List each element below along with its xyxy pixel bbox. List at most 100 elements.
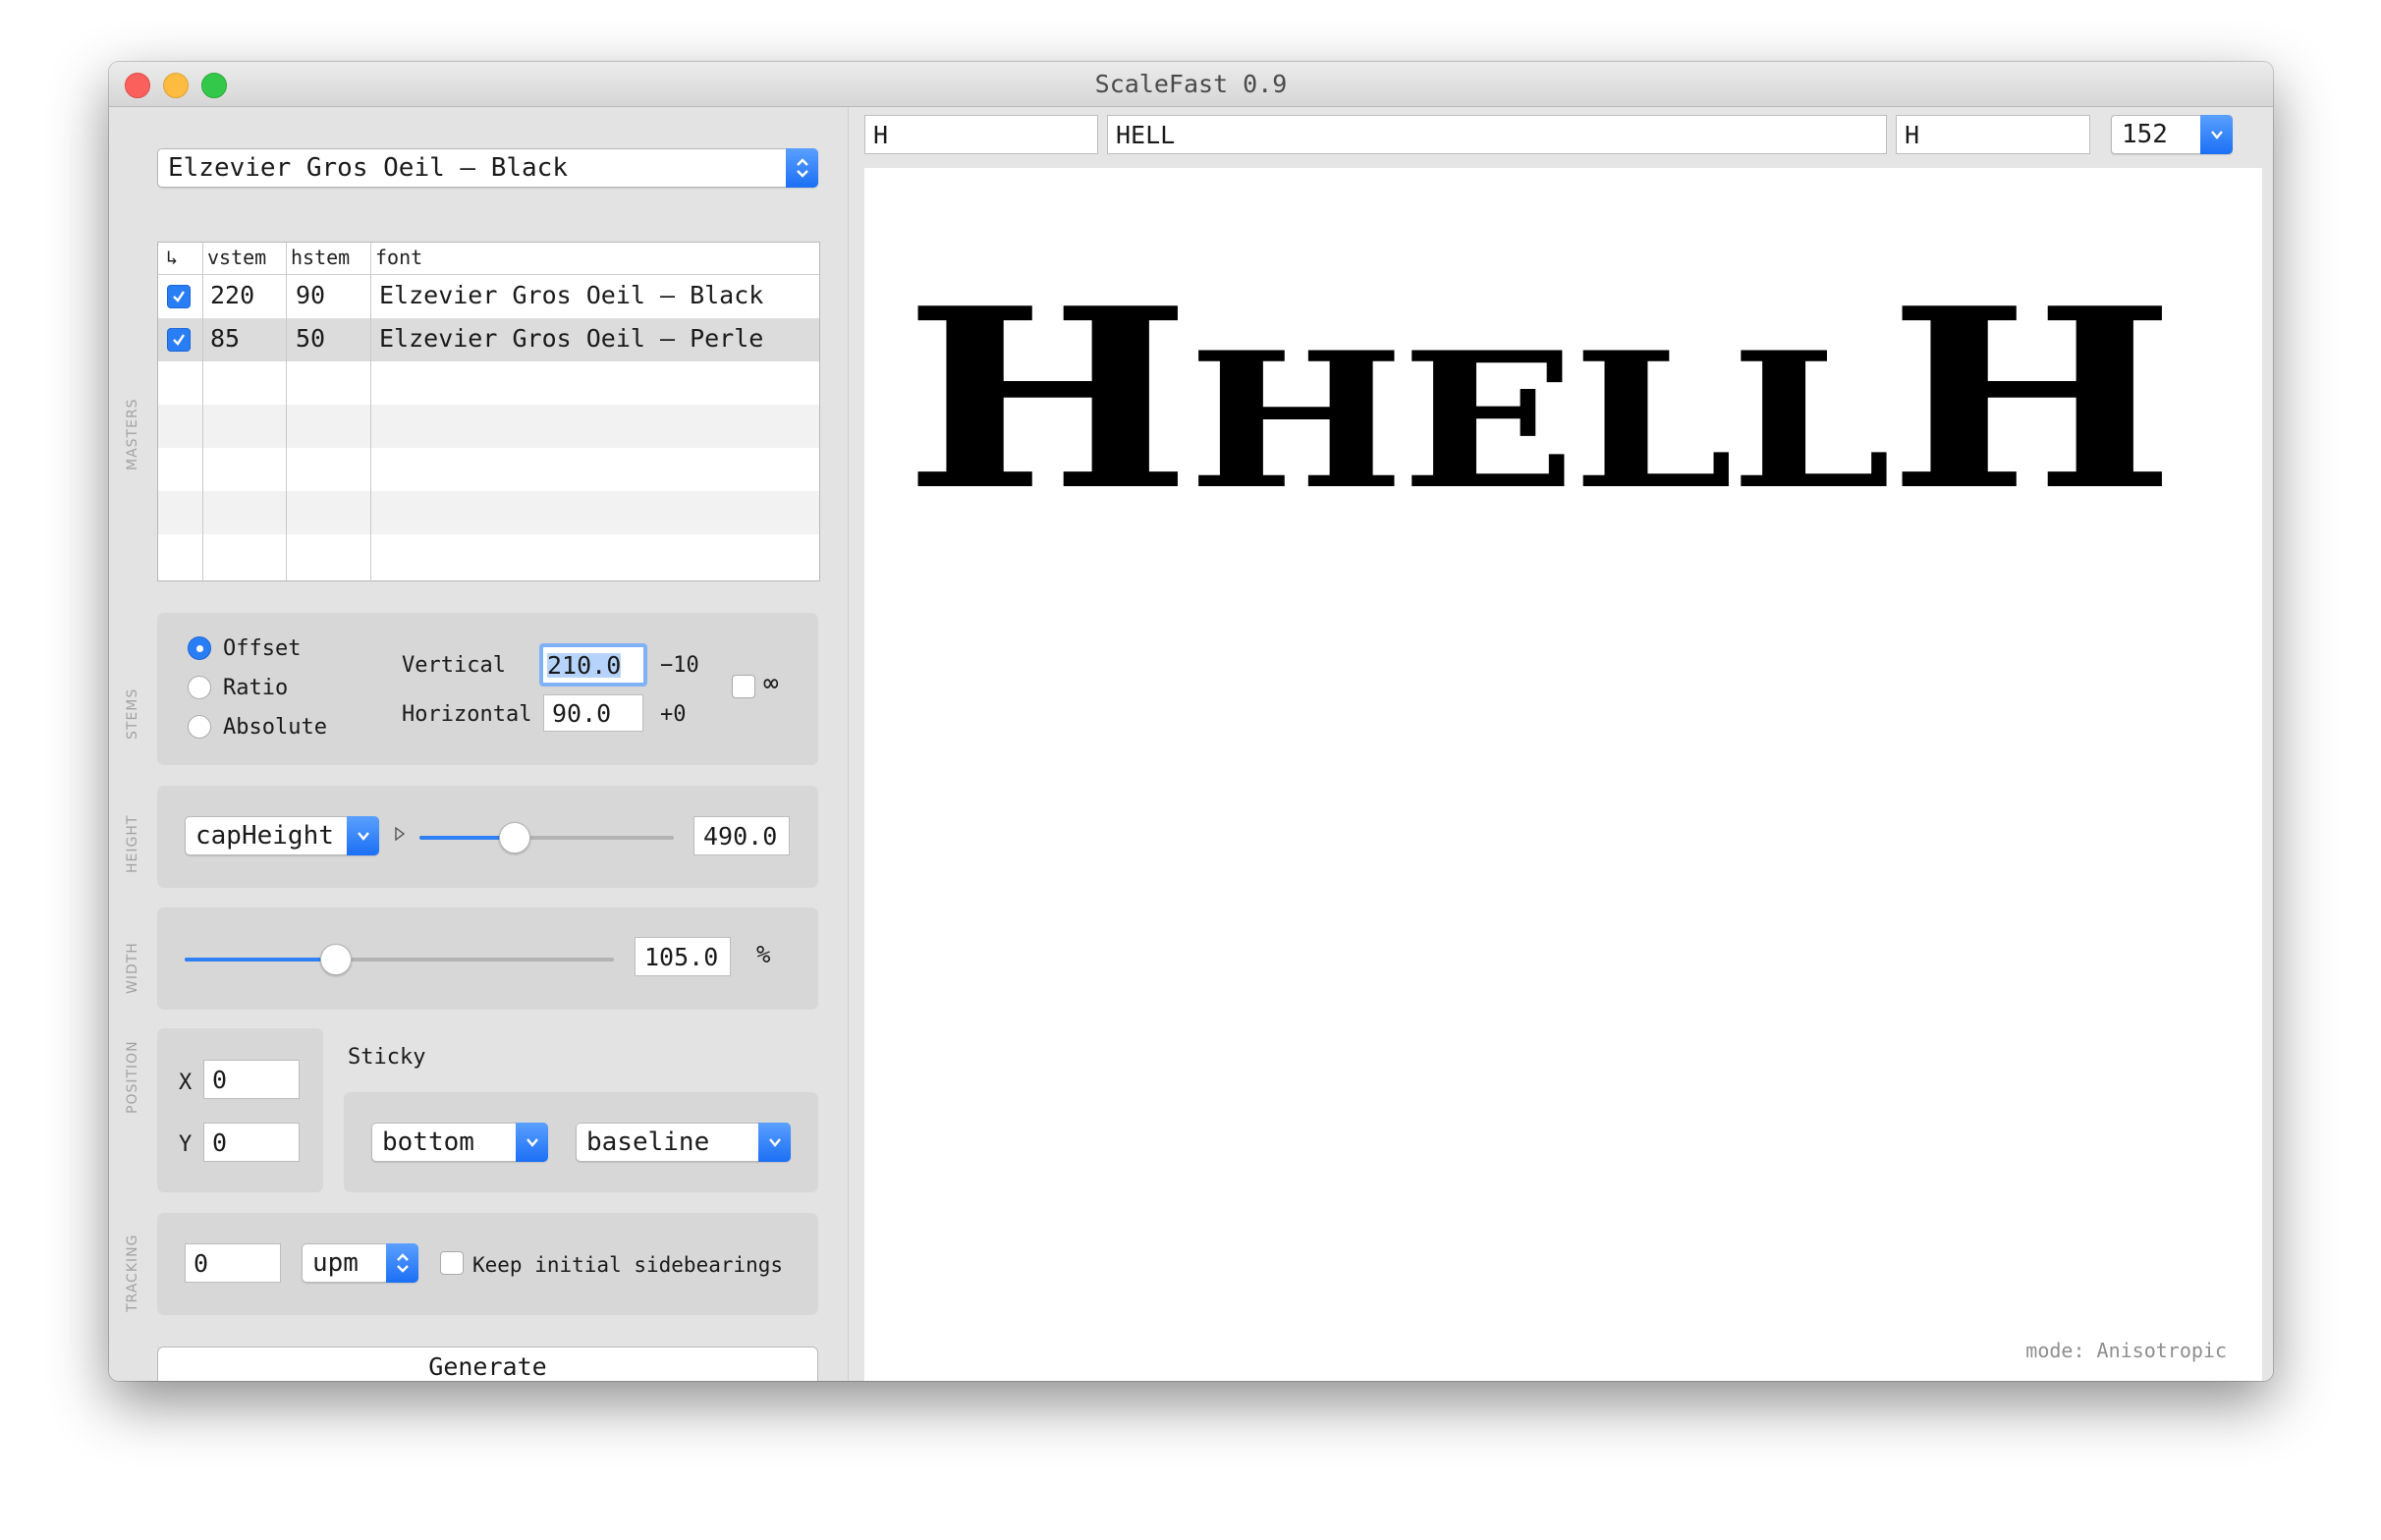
vstem-cell: 220 xyxy=(210,281,255,309)
chevron-down-icon xyxy=(516,1123,548,1162)
table-row[interactable]: 220 90 Elzevier Gros Oeil — Black xyxy=(158,275,819,318)
height-reference-select[interactable]: capHeight xyxy=(185,816,379,855)
preview-scaled-glyphs: HELL xyxy=(1188,311,1892,530)
width-slider-knob[interactable] xyxy=(319,944,352,975)
height-slider[interactable] xyxy=(419,822,674,853)
sticky-vertical-select[interactable]: bottom xyxy=(371,1123,548,1162)
x-position-field[interactable]: 0 xyxy=(203,1060,300,1099)
width-section-label: WIDTH xyxy=(125,942,140,994)
column-divider xyxy=(370,243,371,580)
y-position-field[interactable]: 0 xyxy=(203,1123,300,1162)
hstem-cell: 50 xyxy=(296,324,326,353)
generate-button[interactable]: Generate xyxy=(157,1347,818,1381)
master-enabled-checkbox[interactable] xyxy=(167,285,191,308)
font-select-value: Elzevier Gros Oeil — Black xyxy=(168,153,568,183)
master-enabled-checkbox[interactable] xyxy=(167,328,191,352)
window-title: ScaleFast 0.9 xyxy=(1094,70,1288,98)
preview-rendering: HHELLH xyxy=(904,276,2176,523)
column-divider xyxy=(286,243,287,580)
ratio-radio[interactable] xyxy=(188,676,211,699)
offset-radio[interactable] xyxy=(188,636,211,660)
right-context-value: H xyxy=(1905,120,1920,149)
mode-indicator: mode: Anisotropic xyxy=(2025,1339,2227,1362)
height-slider-knob[interactable] xyxy=(498,822,530,853)
width-group: 105.0 % xyxy=(157,908,818,1010)
tracking-unit-value: upm xyxy=(312,1248,359,1278)
masters-section-label: MASTERS xyxy=(125,398,140,470)
y-position-value: 0 xyxy=(212,1128,228,1157)
empty-row xyxy=(158,361,819,405)
preview-lead-glyph: H xyxy=(904,254,1191,545)
width-value-field[interactable]: 105.0 xyxy=(635,937,731,976)
stems-group: Offset Ratio Absolute Vertical 210.0 −10… xyxy=(157,613,818,765)
width-slider[interactable] xyxy=(185,944,614,975)
horizontal-stem-value: 90.0 xyxy=(552,698,612,728)
tracking-section-label: TRACKING xyxy=(125,1234,140,1312)
tracking-field[interactable]: 0 xyxy=(185,1243,281,1283)
column-header-font[interactable]: font xyxy=(375,246,422,269)
title-bar: ScaleFast 0.9 xyxy=(109,62,2273,107)
ratio-radio-label: Ratio xyxy=(223,676,289,700)
y-label: Y xyxy=(179,1132,193,1157)
left-context-field[interactable]: H xyxy=(864,115,1098,154)
tracking-value: 0 xyxy=(194,1248,209,1278)
column-header-hstem[interactable]: hstem xyxy=(291,246,350,269)
keep-sidebearings-checkbox[interactable] xyxy=(440,1251,464,1275)
infinity-icon: ∞ xyxy=(763,669,779,698)
preview-panel: H HELL H 152 HHELLH mode: Anisotropic xyxy=(848,107,2273,1381)
height-group: capHeight 490.0 xyxy=(157,786,818,888)
height-value: 490.0 xyxy=(703,821,778,851)
preview-text-field[interactable]: HELL xyxy=(1107,115,1887,154)
chevron-down-icon xyxy=(758,1123,791,1162)
font-cell: Elzevier Gros Oeil — Perle xyxy=(379,324,764,353)
sticky-label: Sticky xyxy=(348,1045,426,1070)
absolute-radio[interactable] xyxy=(188,715,211,739)
offset-radio-label: Offset xyxy=(223,636,302,661)
updown-chevron-icon xyxy=(386,1243,418,1283)
sticky-reference-select[interactable]: baseline xyxy=(576,1123,791,1162)
absolute-radio-label: Absolute xyxy=(223,715,327,740)
keep-sidebearings-label: Keep initial sidebearings xyxy=(472,1253,784,1277)
width-value: 105.0 xyxy=(644,942,719,971)
vertical-stem-field[interactable]: 210.0 xyxy=(539,643,647,687)
column-divider xyxy=(202,243,203,580)
sticky-vertical-value: bottom xyxy=(382,1128,474,1157)
return-arrow-icon: ↳ xyxy=(166,246,179,269)
column-header-vstem[interactable]: vstem xyxy=(207,246,266,269)
position-group: X 0 Y 0 xyxy=(157,1028,323,1192)
percent-unit: % xyxy=(756,941,771,968)
left-context-value: H xyxy=(873,120,889,149)
link-stems-checkbox[interactable] xyxy=(732,675,755,698)
empty-row xyxy=(158,534,819,578)
table-row[interactable]: 85 50 Elzevier Gros Oeil — Perle xyxy=(158,318,819,361)
right-context-field[interactable]: H xyxy=(1896,115,2090,154)
vertical-label: Vertical xyxy=(402,653,506,678)
horizontal-delta: +0 xyxy=(660,702,687,727)
horizontal-stem-field[interactable]: 90.0 xyxy=(543,694,643,732)
app-window: ScaleFast 0.9 Elzevier Gros Oeil — Black… xyxy=(109,62,2273,1381)
masters-table-header: ↳ vstem hstem font xyxy=(158,243,819,275)
font-cell: Elzevier Gros Oeil — Black xyxy=(379,281,764,309)
preview-size-combo[interactable]: 152 xyxy=(2111,115,2233,154)
x-label: X xyxy=(179,1071,193,1095)
height-value-field[interactable]: 490.0 xyxy=(693,816,790,855)
chevron-down-icon xyxy=(347,816,379,855)
chevron-down-icon[interactable] xyxy=(2200,115,2233,154)
position-section-label: POSITION xyxy=(125,1040,140,1114)
vertical-delta: −10 xyxy=(660,653,699,678)
tracking-unit-select[interactable]: upm xyxy=(302,1243,418,1283)
x-position-value: 0 xyxy=(212,1065,228,1094)
sticky-reference-value: baseline xyxy=(586,1128,710,1157)
stems-section-label: STEMS xyxy=(125,688,140,740)
font-select[interactable]: Elzevier Gros Oeil — Black xyxy=(157,148,818,188)
disclosure-triangle-icon[interactable] xyxy=(394,826,406,845)
glyph-preview-canvas: HHELLH mode: Anisotropic xyxy=(864,168,2262,1381)
height-section-label: HEIGHT xyxy=(125,814,140,873)
masters-table[interactable]: ↳ vstem hstem font 220 90 Elzevier Gros … xyxy=(157,242,820,581)
empty-row xyxy=(158,448,819,491)
settings-panel: Elzevier Gros Oeil — Black MASTERS ↳ vst… xyxy=(109,107,848,1381)
horizontal-label: Horizontal xyxy=(402,702,532,727)
updown-chevron-icon xyxy=(786,148,818,188)
vstem-cell: 85 xyxy=(210,324,241,353)
width-slider-fill xyxy=(185,958,335,962)
